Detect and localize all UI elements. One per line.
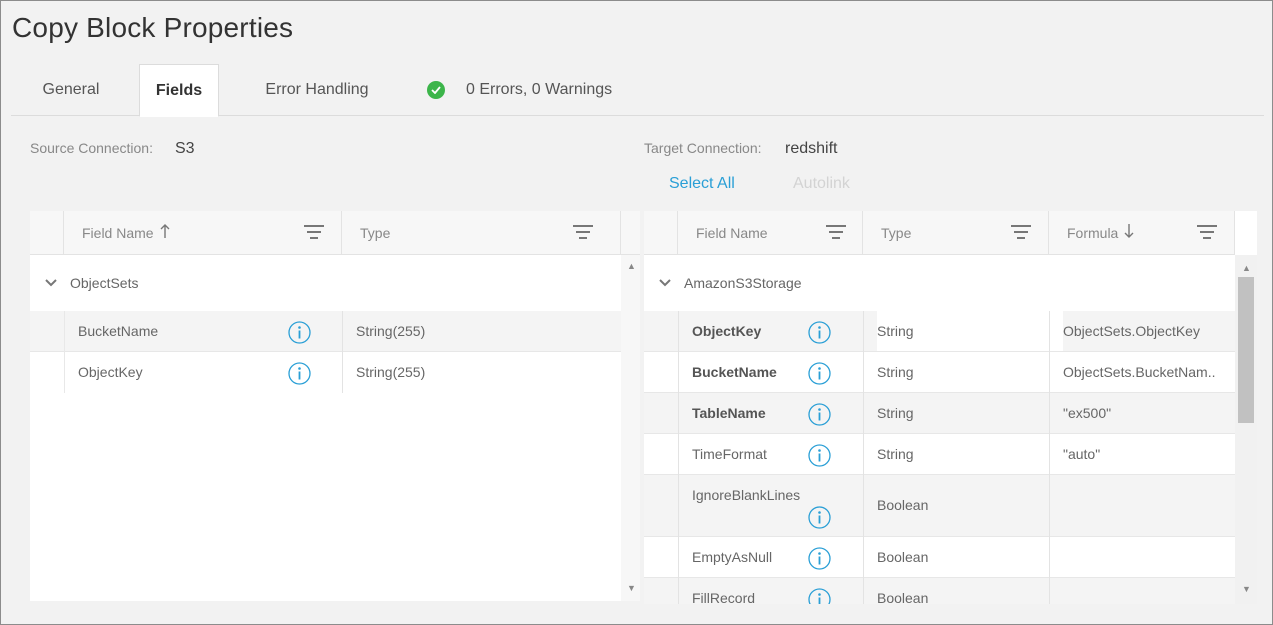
type-cell: String(255) [356, 323, 426, 339]
table-row[interactable]: ObjectKey String(255) [30, 352, 621, 393]
field-name-cell: TableName [692, 405, 766, 421]
type-cell: String [877, 446, 914, 462]
field-name-cell: IgnoreBlankLines [692, 487, 801, 503]
target-field-name-header-label: Field Name [696, 225, 768, 241]
field-name-cell: ObjectKey [692, 323, 762, 339]
target-type-header-label: Type [881, 225, 912, 241]
source-grid-header: Field Name Type [30, 211, 640, 255]
info-icon[interactable] [808, 362, 831, 385]
scroll-up-icon[interactable]: ▲ [627, 261, 636, 271]
table-row[interactable]: BucketName String(255) [30, 311, 621, 352]
chevron-down-icon[interactable] [658, 276, 672, 290]
filter-icon[interactable] [304, 225, 324, 241]
target-fields-grid: Field Name Type Formula AmazonS3Storage [644, 211, 1257, 604]
field-name-cell: BucketName [692, 364, 777, 380]
type-cell: String [877, 364, 914, 380]
source-select-column-header [30, 211, 64, 255]
tab-fields[interactable]: Fields [139, 64, 219, 117]
target-type-header[interactable]: Type [863, 211, 1049, 255]
autolink-link[interactable]: Autolink [793, 175, 850, 193]
info-icon[interactable] [288, 362, 311, 385]
tab-error-handling[interactable]: Error Handling [247, 64, 387, 116]
source-connection-label: Source Connection: [30, 140, 153, 156]
type-cell: String [877, 405, 914, 421]
table-row[interactable]: TimeFormat String "auto" [644, 434, 1235, 475]
info-icon[interactable] [808, 506, 831, 529]
source-field-name-header[interactable]: Field Name [64, 211, 342, 255]
target-connection-label: Target Connection: [644, 140, 762, 156]
select-all-link[interactable]: Select All [669, 175, 735, 193]
info-icon[interactable] [808, 547, 831, 570]
check-circle-icon [427, 81, 445, 99]
info-icon[interactable] [808, 588, 831, 604]
target-formula-header[interactable]: Formula [1049, 211, 1235, 255]
tab-bar: General Fields Error Handling 0 Errors, … [11, 64, 1264, 117]
source-group-label: ObjectSets [70, 275, 139, 291]
filter-icon[interactable] [1197, 225, 1217, 241]
sort-ascending-icon [160, 223, 170, 244]
field-name-cell: BucketName [78, 323, 159, 339]
type-cell: String [877, 311, 1063, 351]
filter-icon[interactable] [826, 225, 846, 241]
filter-icon[interactable] [573, 225, 593, 241]
target-grid-header: Field Name Type Formula [644, 211, 1235, 255]
type-cell: Boolean [877, 549, 929, 565]
field-name-cell: EmptyAsNull [692, 549, 773, 565]
type-cell: String(255) [356, 364, 426, 380]
dialog-title: Copy Block Properties [12, 12, 294, 43]
target-scrollbar-thumb[interactable] [1238, 277, 1254, 423]
dialog: Copy Block Properties General Fields Err… [0, 0, 1273, 625]
info-icon[interactable] [808, 321, 831, 344]
sort-descending-icon [1124, 223, 1134, 244]
type-cell: Boolean [877, 497, 929, 513]
scroll-up-icon[interactable]: ▲ [1242, 263, 1251, 273]
tab-general[interactable]: General [21, 64, 121, 116]
table-row[interactable]: TableName String "ex500" [644, 393, 1235, 434]
info-icon[interactable] [808, 403, 831, 426]
field-name-cell: TimeFormat [692, 446, 767, 462]
target-formula-header-label: Formula [1067, 225, 1119, 241]
target-field-name-header[interactable]: Field Name [678, 211, 863, 255]
target-group-row[interactable]: AmazonS3Storage [644, 255, 1235, 311]
source-group-row[interactable]: ObjectSets [30, 255, 621, 311]
table-row[interactable]: EmptyAsNull Boolean [644, 537, 1235, 578]
target-group-label: AmazonS3Storage [684, 275, 802, 291]
source-connection-value: S3 [175, 140, 195, 157]
formula-cell[interactable]: "auto" [1063, 434, 1100, 474]
scroll-down-icon[interactable]: ▼ [627, 583, 636, 593]
formula-cell[interactable]: "ex500" [1063, 393, 1111, 433]
source-type-header-label: Type [360, 225, 391, 241]
target-select-column-header [644, 211, 678, 255]
type-cell: Boolean [877, 590, 929, 604]
formula-cell[interactable]: ObjectSets.BucketNam.. [1063, 352, 1216, 392]
formula-cell[interactable]: ObjectSets.ObjectKey [1063, 311, 1200, 351]
info-icon[interactable] [808, 444, 831, 467]
source-type-header[interactable]: Type [342, 211, 621, 255]
table-row[interactable]: ObjectKey String ObjectSets.ObjectKey [644, 311, 1235, 352]
status-text: 0 Errors, 0 Warnings [466, 81, 613, 98]
table-row[interactable]: FillRecord Boolean [644, 578, 1235, 604]
validation-status: 0 Errors, 0 Warnings [427, 64, 612, 116]
source-field-name-header-label: Field Name [82, 225, 154, 241]
source-scrollbar[interactable] [621, 255, 640, 601]
source-fields-grid: Field Name Type ObjectSets BucketName St… [30, 211, 640, 601]
chevron-down-icon[interactable] [44, 276, 58, 290]
filter-icon[interactable] [1011, 225, 1031, 241]
table-row[interactable]: BucketName String ObjectSets.BucketNam.. [644, 352, 1235, 393]
target-connection-value: redshift [785, 140, 838, 157]
scroll-down-icon[interactable]: ▼ [1242, 584, 1251, 594]
field-name-cell: FillRecord [692, 590, 756, 604]
field-name-cell: ObjectKey [78, 364, 143, 380]
table-row[interactable]: IgnoreBlankLines Boolean [644, 475, 1235, 537]
info-icon[interactable] [288, 321, 311, 344]
